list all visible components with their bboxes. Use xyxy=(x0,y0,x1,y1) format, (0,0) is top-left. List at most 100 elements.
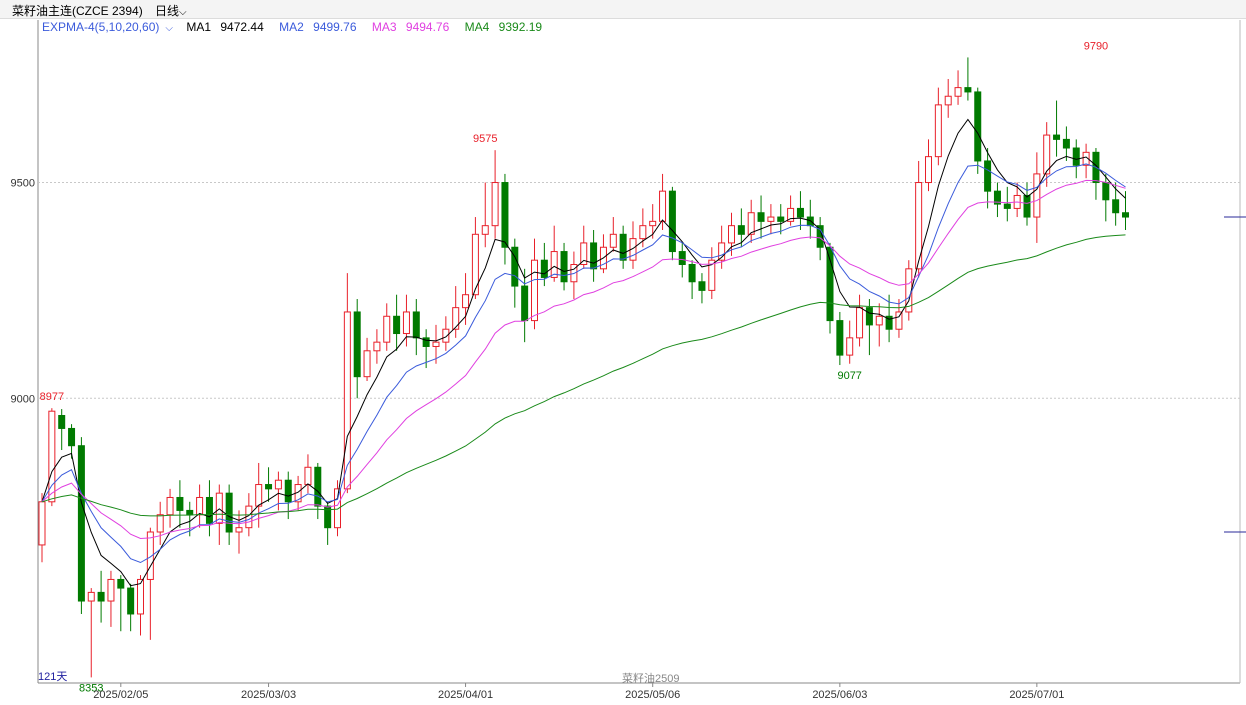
candle-body xyxy=(97,591,105,602)
x-tick-label: 2025/02/05 xyxy=(93,689,148,701)
candle-body xyxy=(1072,147,1080,166)
ma-line-ma4 xyxy=(41,234,1126,517)
candle-body xyxy=(432,341,440,347)
candle-body xyxy=(1003,203,1011,209)
x-tick-label: 2025/03/03 xyxy=(241,689,296,701)
candle-body xyxy=(235,527,243,533)
candle-body xyxy=(1122,212,1129,218)
ma-lines xyxy=(41,118,1126,587)
candle-body xyxy=(540,259,548,278)
candle-body xyxy=(836,320,844,356)
candle-body xyxy=(107,578,115,602)
y-tick-9500: 9500 xyxy=(11,178,35,190)
price-annotation-9790: 9790 xyxy=(1084,40,1108,52)
candle-body xyxy=(777,216,785,222)
candle-body xyxy=(363,350,371,378)
candle-body xyxy=(373,341,381,352)
candle-body xyxy=(274,479,282,490)
x-tick-label: 2025/07/01 xyxy=(1009,689,1064,701)
candle-body xyxy=(452,307,460,330)
candle-body xyxy=(1043,134,1051,175)
candle-body xyxy=(137,578,144,615)
candle-body xyxy=(974,91,982,162)
candle-body xyxy=(895,311,903,330)
candle-body xyxy=(68,427,76,447)
candle-body xyxy=(314,466,322,507)
candle-body xyxy=(531,259,538,322)
price-annotation-9077: 9077 xyxy=(837,370,861,382)
candle-body xyxy=(865,307,873,326)
candle-body xyxy=(412,311,420,339)
candle-body xyxy=(58,415,66,429)
candle-body xyxy=(925,156,932,184)
candle-body xyxy=(196,496,204,516)
x-tick-label: 2025/04/01 xyxy=(438,689,493,701)
candle-body xyxy=(501,182,509,248)
candle-body xyxy=(442,328,450,343)
contract-label: 菜籽油2509 xyxy=(622,673,680,685)
candle-body xyxy=(77,445,85,602)
ma-line-ma2 xyxy=(41,163,1126,564)
candle-body xyxy=(934,104,942,158)
candle-body xyxy=(688,264,696,283)
ma-line-ma1 xyxy=(41,118,1126,587)
price-annotation-8977: 8977 xyxy=(40,391,64,403)
candle-body xyxy=(659,190,667,222)
candle-body xyxy=(284,479,292,503)
candle-body xyxy=(353,311,361,378)
candle-body xyxy=(846,337,854,356)
candle-body xyxy=(491,182,499,227)
candle-body xyxy=(728,225,735,244)
candle-body xyxy=(1112,199,1120,214)
candle-body xyxy=(649,220,657,227)
candle-body xyxy=(205,496,213,524)
candle-body xyxy=(1023,194,1031,218)
candle-body xyxy=(87,591,95,602)
candle-body xyxy=(767,216,775,222)
candle-body xyxy=(964,87,972,93)
candle-body xyxy=(944,95,952,106)
candle-body xyxy=(668,190,676,253)
x-tick-label: 2025/06/03 xyxy=(812,689,867,701)
candle-body xyxy=(737,225,745,235)
candle-body xyxy=(166,496,174,516)
candle-body xyxy=(678,251,686,266)
candle-body xyxy=(796,207,804,218)
candle-body xyxy=(1102,182,1110,201)
candle-body xyxy=(590,242,598,270)
candle-body xyxy=(984,160,992,192)
candles xyxy=(38,57,1129,678)
candle-body xyxy=(186,509,194,516)
candle-body xyxy=(38,501,46,546)
candle-body xyxy=(225,492,233,533)
candle-body xyxy=(698,281,706,291)
grid: 9000 9500 xyxy=(11,20,1246,684)
candle-body xyxy=(393,315,401,335)
candle-body xyxy=(875,315,883,326)
x-tick-label: 2025/05/06 xyxy=(625,689,680,701)
candle-body xyxy=(915,182,923,270)
candle-body xyxy=(619,233,627,261)
candle-body xyxy=(304,466,312,486)
candle-body xyxy=(117,578,125,589)
candle-body xyxy=(1053,134,1061,140)
candle-body xyxy=(550,251,558,278)
candle-body xyxy=(1062,138,1070,149)
annotations: 89778353957590779790 xyxy=(40,40,1109,694)
candle-body xyxy=(156,514,164,533)
candle-body xyxy=(383,315,391,343)
candle-body xyxy=(255,484,263,507)
candle-body xyxy=(856,307,864,339)
candle-body xyxy=(806,216,814,227)
candle-body xyxy=(826,246,834,322)
candle-body xyxy=(402,311,410,335)
candle-body xyxy=(639,225,647,240)
days-count: 121天 xyxy=(38,671,68,683)
candle-body xyxy=(560,251,568,283)
candle-body xyxy=(176,496,184,511)
candlestick-chart[interactable]: 90009500 89778353957590779790 2025/02/05… xyxy=(0,0,1246,705)
candle-body xyxy=(1033,173,1041,218)
candle-body xyxy=(481,225,489,235)
candle-body xyxy=(521,285,529,322)
candle-body xyxy=(747,212,755,235)
